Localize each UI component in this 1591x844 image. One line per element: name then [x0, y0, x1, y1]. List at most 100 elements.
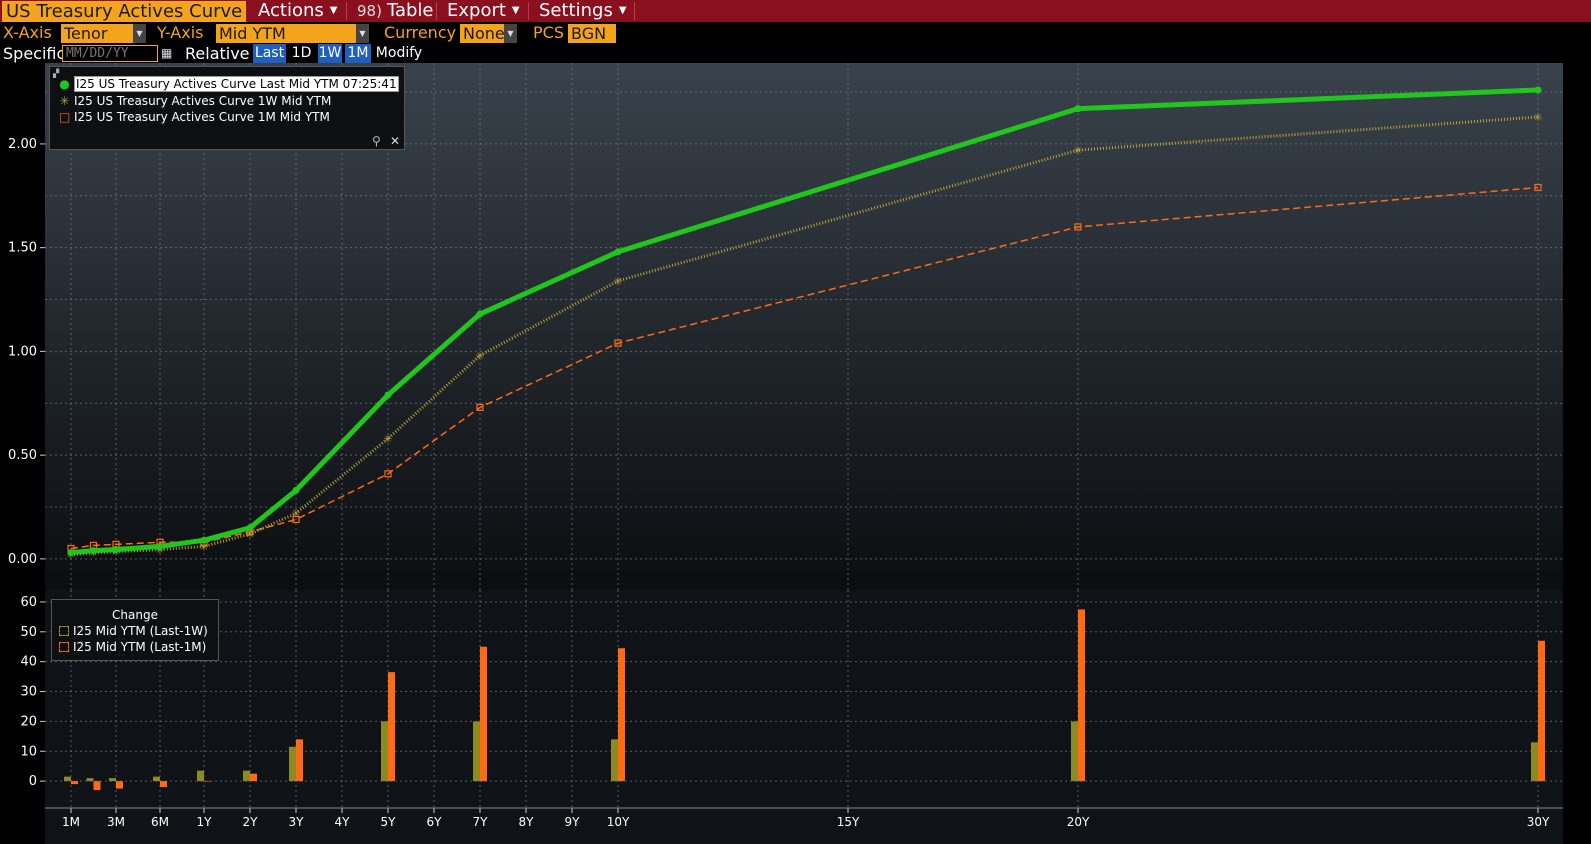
chevron-down-icon[interactable]: ▼	[356, 24, 369, 43]
menu-divider	[634, 2, 635, 20]
bar	[473, 721, 480, 782]
x-tick-label: 1M	[62, 815, 80, 829]
legend-swatch-icon	[59, 642, 69, 652]
actions-menu[interactable]: Actions ▼	[258, 0, 337, 22]
legend-item-1w[interactable]: ✳ I25 US Treasury Actives Curve 1W Mid YT…	[59, 94, 331, 109]
export-menu[interactable]: Export ▼	[447, 0, 520, 22]
specific-label: Specific	[3, 44, 66, 63]
relative-label: Relative	[185, 44, 250, 63]
y-tick-label: 0	[29, 774, 37, 789]
bar	[618, 648, 625, 782]
y-tick-label: 10	[20, 744, 37, 759]
legend-swatch-icon	[59, 626, 69, 636]
data-point: ✳	[613, 275, 622, 288]
x-tick-label: 30Y	[1527, 815, 1550, 829]
legend-item-label: I25 Mid YTM (Last-1W)	[73, 624, 208, 638]
plot-background	[45, 590, 1563, 808]
data-point	[156, 542, 164, 550]
x-tick-label: 1Y	[197, 815, 213, 829]
change-legend[interactable]: Change I25 Mid YTM (Last-1W) I25 Mid YTM…	[51, 599, 219, 661]
legend-marker-icon: □	[59, 110, 71, 124]
pcs-label: PCS	[533, 23, 564, 42]
x-tick-label: 5Y	[381, 815, 397, 829]
bar	[480, 646, 487, 782]
1w-button[interactable]: 1W	[318, 44, 342, 63]
y-tick-label: 40	[20, 655, 37, 670]
currency-select[interactable]: None	[460, 24, 505, 43]
1m-button[interactable]: 1M	[345, 44, 371, 63]
last-button[interactable]: Last	[253, 44, 286, 63]
x-tick-label: 15Y	[837, 815, 860, 829]
bar	[153, 776, 160, 782]
data-point	[246, 524, 254, 532]
y-axis: 0.00 0.50 1.00 1.50 2.00	[8, 137, 45, 567]
data-point	[112, 546, 120, 554]
1d-button[interactable]: 1D	[289, 44, 314, 63]
data-point	[90, 547, 97, 555]
y-tick-label: 30	[20, 685, 37, 700]
settings-menu[interactable]: Settings ▼	[539, 0, 627, 22]
x-axis-select[interactable]: Tenor	[61, 24, 133, 43]
y-axis: 0 10 20 30 40 50 60	[20, 595, 45, 789]
menu-divider	[528, 2, 529, 20]
bar	[86, 778, 94, 782]
change-bar-chart: 0 10 20 30 40 50 60 1M 3M 6M 1Y 2Y 3Y 4Y 5Y 6Y 7Y 8Y 9Y 10…	[20, 590, 1563, 844]
legend-marker-icon: ✳	[59, 94, 70, 108]
axis-controls: X-Axis Tenor ▼ Y-Axis Mid YTM ▼ Currency…	[0, 22, 1591, 44]
legend-item-last-1m[interactable]: I25 Mid YTM (Last-1M)	[59, 640, 206, 655]
pcs-field[interactable]: BGN	[568, 24, 616, 43]
settings-label: Settings	[539, 0, 613, 21]
export-label: Export	[447, 0, 506, 21]
bar	[71, 781, 78, 785]
legend-item-1m[interactable]: □ I25 US Treasury Actives Curve 1M Mid YT…	[59, 110, 330, 125]
legend-item-last[interactable]: ● I25 US Treasury Actives Curve Last Mid …	[59, 76, 399, 92]
chevron-down-icon[interactable]: ▼	[504, 24, 517, 43]
chevron-down-icon: ▼	[329, 5, 338, 16]
bar	[160, 781, 167, 788]
x-tick-label: 3Y	[289, 815, 305, 829]
modify-button[interactable]: Modify	[374, 44, 424, 63]
bar	[64, 776, 71, 782]
table-button[interactable]: 98) Table	[357, 0, 434, 22]
x-tick-label: 10Y	[607, 815, 630, 829]
legend-marker-icon: ●	[59, 77, 70, 91]
y-axis-select[interactable]: Mid YTM	[216, 24, 356, 43]
data-point	[384, 391, 392, 399]
y-tick-label: 2.00	[8, 137, 37, 152]
x-tick-label: 6M	[151, 815, 169, 829]
data-point	[614, 248, 622, 256]
legend-item-label: I25 Mid YTM (Last-1M)	[73, 640, 207, 654]
bar	[1531, 742, 1538, 782]
bar	[109, 778, 116, 782]
data-point	[1534, 86, 1542, 94]
chevron-down-icon: ▼	[618, 5, 627, 16]
x-axis-band	[45, 808, 1563, 844]
data-point: ✳	[291, 507, 300, 520]
change-legend-title: Change	[112, 608, 158, 622]
bar	[197, 770, 204, 782]
actions-label: Actions	[258, 0, 324, 21]
menu-divider	[346, 2, 347, 20]
data-point: ✳	[475, 350, 484, 363]
x-tick-label: 3M	[107, 815, 125, 829]
bar	[1538, 640, 1545, 782]
x-tick-label: 7Y	[473, 815, 489, 829]
date-input[interactable]	[62, 45, 158, 62]
bar	[1078, 609, 1085, 782]
legend-item-last-1w[interactable]: I25 Mid YTM (Last-1W)	[59, 624, 208, 639]
bar	[611, 739, 618, 782]
x-axis-label: X-Axis	[3, 23, 52, 42]
y-tick-label: 20	[20, 714, 37, 729]
chevron-down-icon[interactable]: ▼	[133, 24, 146, 43]
y-tick-label: 0.00	[8, 552, 37, 567]
calendar-icon[interactable]: ▦	[161, 44, 172, 63]
pin-icon[interactable]: ⚲	[372, 134, 381, 148]
data-point	[476, 310, 484, 318]
close-icon[interactable]: ✕	[390, 134, 400, 148]
data-point: ✳	[1533, 111, 1542, 124]
main-legend[interactable]: ▞ ● I25 US Treasury Actives Curve Last Mi…	[49, 66, 405, 150]
data-point	[200, 536, 208, 544]
y-axis-label: Y-Axis	[157, 23, 204, 42]
bar	[243, 770, 250, 782]
y-tick-label: 50	[20, 625, 37, 640]
